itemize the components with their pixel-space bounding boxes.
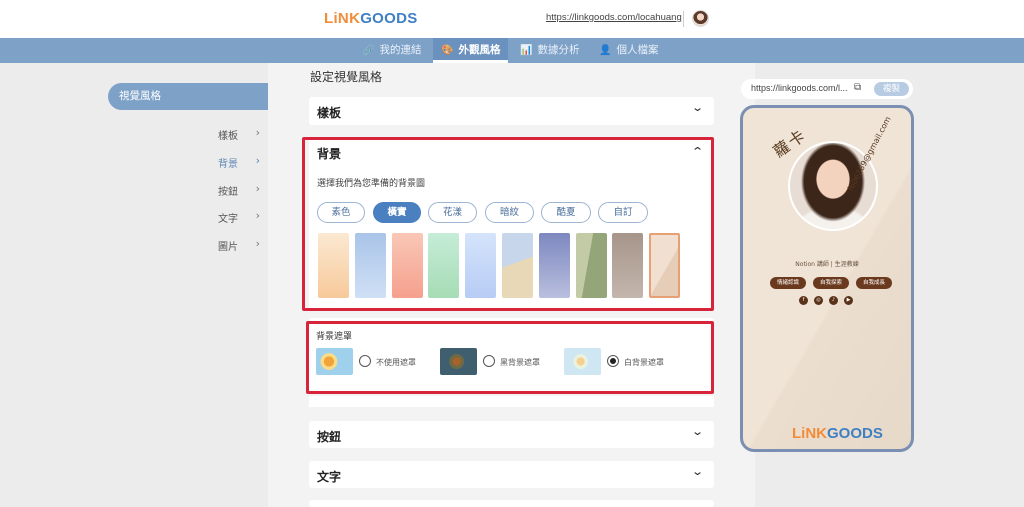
facebook-icon[interactable]: f (799, 296, 808, 305)
sidebar-item-label: 背景 (218, 159, 238, 170)
sidebar-item-background[interactable]: 背景 › (150, 154, 260, 170)
accordion-text-label: 文字 (317, 470, 342, 484)
highlight-mask-section (306, 321, 714, 394)
accordion-template[interactable]: 樣板 ⌄ (309, 97, 714, 125)
top-bar: LiNKGOODS https://linkgoods.com/locahuan… (0, 0, 1024, 38)
chevron-right-icon: › (255, 126, 260, 139)
avatar[interactable] (692, 10, 709, 27)
chevron-down-icon: ⌄ (690, 465, 704, 478)
nav-analytics-label: 數據分析 (537, 44, 580, 56)
nav-analytics[interactable]: 📊 數據分析 (520, 38, 579, 63)
profile-tag[interactable]: 自我探索 (813, 277, 849, 289)
accordion-next (309, 500, 714, 507)
sidebar-item-template[interactable]: 樣板 › (150, 126, 260, 142)
preview-url-bar: https://linkgoods.com/l... ⧉ 複製 (741, 79, 913, 99)
palette-icon: 🎨 (441, 45, 454, 56)
accordion-button-label: 按鈕 (317, 430, 342, 444)
user-icon: 👤 (599, 45, 612, 56)
sidebar-item-button[interactable]: 按鈕 › (150, 182, 260, 198)
main-nav: 🔗 我的連結 🎨 外觀風格 📊 數據分析 👤 個人檔案 (0, 38, 1024, 63)
linkgoods-logo[interactable]: LiNKGOODS (324, 10, 418, 27)
chevron-right-icon: › (255, 209, 260, 222)
chevron-right-icon: › (255, 237, 260, 250)
chevron-down-icon: ⌄ (690, 101, 704, 114)
nav-appearance[interactable]: 🎨 外觀風格 (433, 38, 509, 63)
profile-url-link[interactable]: https://linkgoods.com/locahuang (546, 12, 682, 23)
bar-chart-icon: 📊 (520, 45, 533, 56)
sidebar-item-label: 文字 (218, 214, 238, 225)
sidebar-item-image[interactable]: 圖片 › (150, 237, 260, 253)
chevron-down-icon: ⌄ (690, 425, 704, 438)
sidebar-visual-style[interactable]: 視覺風格 (108, 83, 282, 110)
preview-url[interactable]: https://linkgoods.com/l... (751, 83, 848, 93)
logo-part-link: LiNK (792, 425, 827, 442)
instagram-icon[interactable]: ◎ (814, 296, 823, 305)
phone-linkgoods-logo: LiNKGOODS (792, 425, 883, 442)
profile-tag[interactable]: 自我成長 (856, 277, 892, 289)
page-title: 設定視覺風格 (310, 70, 383, 84)
highlight-background-section (302, 137, 714, 311)
mask-panel-footer (309, 396, 714, 407)
header-divider (683, 11, 684, 27)
copy-button[interactable]: 複製 (874, 82, 909, 96)
sidebar-item-text[interactable]: 文字 › (150, 209, 260, 225)
logo-part-link: LiNK (324, 10, 361, 27)
external-link-icon[interactable]: ⧉ (854, 82, 861, 93)
logo-part-goods: GOODS (827, 425, 883, 442)
podcast-icon[interactable]: ♪ (829, 296, 838, 305)
logo-part-goods: GOODS (360, 10, 418, 27)
sidebar-item-label: 圖片 (218, 242, 238, 253)
nav-profile-label: 個人檔案 (616, 44, 659, 56)
nav-profile[interactable]: 👤 個人檔案 (599, 38, 658, 63)
chevron-right-icon: › (255, 182, 260, 195)
accordion-template-label: 樣板 (317, 106, 342, 120)
profile-role: Notion 講師 | 生涯教練 (795, 261, 859, 268)
nav-appearance-label: 外觀風格 (458, 44, 501, 56)
accordion-text[interactable]: 文字 ⌄ (309, 461, 714, 488)
nav-my-links-label: 我的連結 (379, 44, 422, 56)
youtube-icon[interactable]: ▶ (844, 296, 853, 305)
link-icon: 🔗 (362, 45, 375, 56)
sidebar-item-label: 樣板 (218, 131, 238, 142)
accordion-button[interactable]: 按鈕 ⌄ (309, 421, 714, 448)
profile-tag[interactable]: 情緒認識 (770, 277, 806, 289)
sidebar-item-label: 按鈕 (218, 187, 238, 198)
chevron-right-icon: › (255, 154, 260, 167)
phone-preview: 蘿卡 l606289@gmail.com Notion 講師 | 生涯教練 情緒… (740, 105, 914, 452)
nav-my-links[interactable]: 🔗 我的連結 (362, 38, 421, 63)
